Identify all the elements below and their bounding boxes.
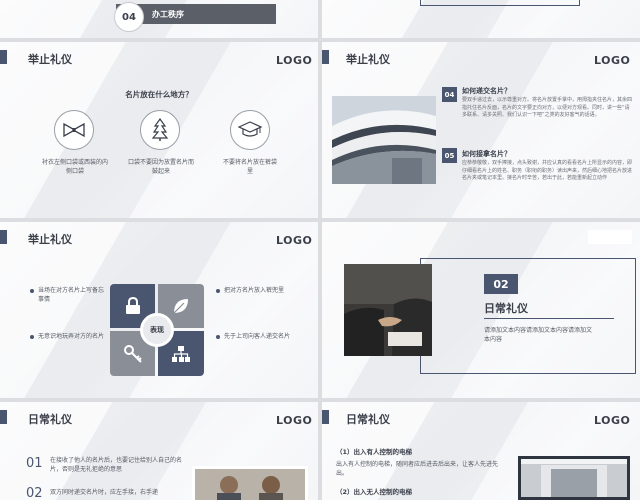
- section-frame: [420, 258, 636, 374]
- section-number-circle: 04: [114, 2, 144, 32]
- logo: LOGO: [276, 234, 313, 247]
- slide-section-cover[interactable]: 02 日常礼仪 请添加文本内容请添加文本内容请添加文本内容: [322, 222, 640, 398]
- section-title: 办工秩序: [152, 10, 184, 19]
- placement-item-1: 衬衣左侧口袋或西装的内侧口袋: [42, 159, 109, 175]
- elevator-heading-2: （2）出入无人控制的电梯: [336, 488, 413, 496]
- slide-business-card-placement[interactable]: 举止礼仪 LOGO 名片放在什么地方？ 衬衣左侧口袋或西装的内侧口袋 口袋不要因…: [0, 42, 318, 218]
- slide-daily-etiquette-1[interactable]: 日常礼仪 LOGO 01 在接收了他人的名片后，也要记住给别人自己的名片，否则是…: [0, 402, 318, 500]
- leaf-icon: [173, 299, 188, 314]
- bullet: [30, 335, 34, 339]
- section-title: 日常礼仪: [484, 302, 528, 315]
- taboo-right-2: 先于上司向客人递交名片: [224, 333, 291, 340]
- center-badge: 表现: [140, 313, 174, 347]
- white-tab: [588, 230, 632, 244]
- bullet: [216, 335, 220, 339]
- section-heading-1: 如何递交名片？: [462, 87, 511, 95]
- slide-daily-etiquette-2[interactable]: 日常礼仪 LOGO （1）出入有人控制的电梯 出入有人控制的电梯，随同者应后进去…: [322, 402, 640, 500]
- header-bar: [0, 230, 7, 244]
- bullet: [30, 289, 34, 293]
- item-text-2: 双方同时递交名片时，应左手接，右手递: [50, 489, 159, 496]
- section-number-1: 04: [442, 87, 457, 102]
- frame-edge: [420, 0, 580, 6]
- section-body-1: 要双手递过去，以示尊重对方。将名片放置手掌中，用拇指夹住名片，其余四指托住名片反…: [462, 97, 633, 118]
- logo: LOGO: [276, 414, 313, 427]
- elevator-heading-1: （1）出入有人控制的电梯: [336, 448, 413, 456]
- building-photo: [332, 96, 436, 184]
- tile-grid: 表现: [110, 284, 204, 376]
- bowtie-icon: [54, 110, 94, 150]
- bullet: [216, 289, 220, 293]
- section-number: 02: [484, 274, 518, 294]
- elevator-text-1: 出入有人控制的电梯，随同者应后进去后出来，让客人先进先出。: [336, 461, 499, 477]
- placement-item-3: 不要将名片放在裤袋里: [222, 159, 277, 175]
- handshake-photo: [344, 264, 432, 356]
- title-underline: [484, 318, 614, 319]
- question-text: 名片放在什么地方？: [125, 90, 193, 99]
- section-number: 04: [122, 11, 136, 23]
- slide-title: 日常礼仪: [28, 413, 72, 426]
- slide-title: 日常礼仪: [346, 413, 390, 426]
- section-heading-2: 如何接拿名片？: [462, 150, 511, 158]
- header-bar: [322, 50, 329, 64]
- section-body: 请添加文本内容请添加文本内容请添加文本内容: [484, 327, 593, 343]
- slide-card-taboos[interactable]: 举止礼仪 LOGO 当场在对方名片上写备忘事情 无意识地玩弄对方的名片 表现 把…: [0, 222, 318, 398]
- placement-item-2: 口袋不要因为放置名片而鼓起来: [128, 159, 195, 175]
- header-bar: [0, 410, 7, 424]
- logo: LOGO: [594, 54, 631, 67]
- section-number-2: 05: [442, 148, 457, 163]
- taboo-right-1: 把对方名片放入裤兜里: [224, 287, 285, 294]
- item-text-1: 在接收了他人的名片后，也要记住给别人自己的名片，否则是无礼拒绝的意思: [50, 457, 183, 473]
- graduation-cap-icon: [230, 110, 270, 150]
- item-number-2: 02: [26, 486, 43, 500]
- center-label: 表现: [150, 326, 164, 334]
- slide-card-exchange[interactable]: 举止礼仪 LOGO 04 如何递交名片？ 要双手递过去，以示尊重对方。将名片放置…: [322, 42, 640, 218]
- slide-title: 举止礼仪: [346, 53, 390, 66]
- key-icon: [123, 344, 142, 363]
- slide-title: 举止礼仪: [28, 53, 72, 66]
- section-body-2: 应恭恭敬敬，双手捧接，点头致谢，并应认真的看看名片上所显示的内容，即仔细看名片上…: [462, 160, 633, 181]
- elevator-photo: [518, 456, 630, 500]
- meeting-photo: [192, 466, 308, 500]
- tree-icon: [140, 110, 180, 150]
- slide-top-left[interactable]: 04 办工秩序: [0, 0, 318, 38]
- org-chart-icon: [172, 345, 190, 362]
- header-bar: [322, 410, 329, 424]
- header-bar: [0, 50, 7, 64]
- slide-top-right[interactable]: [322, 0, 640, 38]
- taboo-left-2: 无意识地玩弄对方的名片: [38, 333, 105, 340]
- lock-icon: [125, 297, 140, 314]
- taboo-left-1: 当场在对方名片上写备忘事情: [38, 287, 105, 303]
- slide-title: 举止礼仪: [28, 233, 72, 246]
- logo: LOGO: [276, 54, 313, 67]
- logo: LOGO: [594, 414, 631, 427]
- item-number-1: 01: [26, 456, 43, 471]
